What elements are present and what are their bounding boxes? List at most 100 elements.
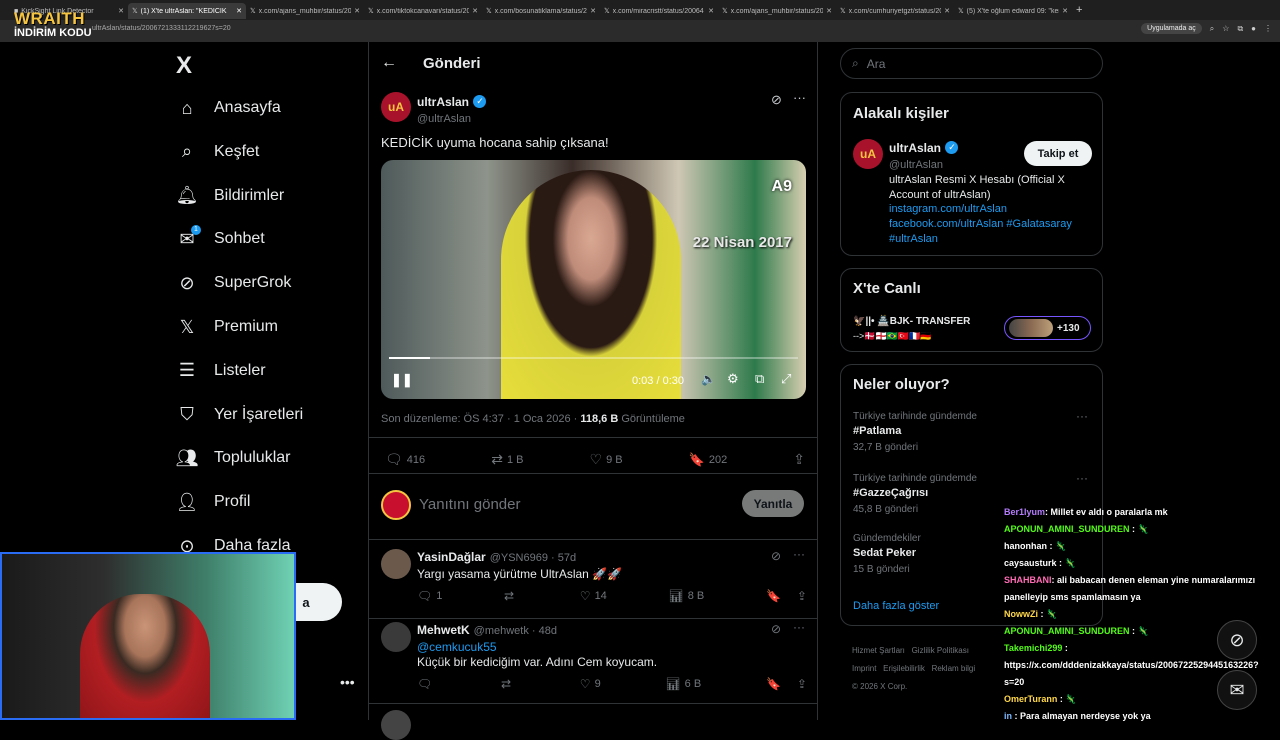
reply-button[interactable]: Yanıtla — [742, 490, 804, 517]
more-icon[interactable]: ··· — [793, 620, 805, 634]
like-action[interactable]: ♡ 9 B — [590, 451, 623, 468]
reply-author-name[interactable]: MehwetK — [417, 623, 470, 637]
x-logo-icon[interactable]: X — [176, 52, 192, 80]
trend-more-icon[interactable]: ··· — [1076, 471, 1088, 485]
reply-author-handle[interactable]: @YSN6969 · 57d — [490, 552, 576, 564]
chat-username[interactable]: Ber1lyum — [1004, 507, 1045, 517]
grok-icon[interactable]: ⊘ — [771, 92, 782, 108]
views-action[interactable]: 📊︎ 6 B — [665, 677, 701, 691]
related-link-instagram[interactable]: instagram.com/ultrAslan — [889, 203, 1007, 215]
reply-tweet[interactable]: MehwetK @mehwetk · 48d ⊘ ··· @cemkucuk55 Küçü… — [369, 620, 818, 704]
reply-author-handle[interactable]: @mehwetk · 48d — [474, 625, 557, 637]
chat-username[interactable]: Takemichi299 — [1004, 643, 1062, 653]
reply-author-name[interactable]: YasinDağlar — [417, 550, 486, 564]
more-icon[interactable]: ··· — [793, 547, 805, 561]
footer-link-terms[interactable]: Hizmet Şartları — [852, 646, 905, 655]
reply-action[interactable]: 🗨 416 — [385, 451, 425, 468]
menu-icon[interactable]: ⋮ — [1264, 24, 1272, 33]
trend-item[interactable]: Gündemdekiler Sedat Peker 15 B gönderi — [853, 533, 921, 575]
reply-tweet[interactable]: YasinDağlar @YSN6969 · 57d ⊘ ··· Yargı yasam… — [369, 547, 818, 619]
reply-author-avatar[interactable] — [381, 622, 411, 652]
bookmark-icon[interactable]: 🔖 — [766, 677, 781, 691]
tab-close-icon[interactable]: ✕ — [118, 7, 124, 15]
related-avatar[interactable]: uA — [853, 139, 883, 169]
open-in-app-button[interactable]: Uygulamada aç — [1141, 23, 1202, 34]
browser-tab[interactable]: 𝕏x.com/ajans_muhbir/status/200 ✕ — [718, 3, 836, 19]
tab-close-icon[interactable]: ✕ — [590, 7, 596, 15]
nav-item-bookmark[interactable]: ⛉ Yer İşaretleri — [176, 404, 303, 426]
tab-close-icon[interactable]: ✕ — [472, 7, 478, 15]
repost-action[interactable]: ⇄ 1 B — [491, 451, 523, 468]
nav-item-list[interactable]: ☰ Listeler — [176, 360, 266, 382]
share-icon[interactable]: ⇪ — [793, 451, 805, 468]
chat-username[interactable]: SHAHBANI — [1004, 575, 1052, 585]
author-name[interactable]: ultrAslan — [417, 95, 469, 109]
related-name[interactable]: ultrAslan — [889, 141, 941, 155]
browser-tab[interactable]: 𝕏 (1) X'te ultrAslan: "KEDİCİK ✕ — [128, 3, 246, 19]
chat-username[interactable]: NowwZi — [1004, 609, 1038, 619]
reply-input[interactable]: Yanıtını gönder — [419, 496, 520, 513]
grok-fab[interactable]: ⊘ — [1217, 620, 1257, 660]
views-action[interactable]: 📊︎ 8 B — [669, 589, 705, 603]
tab-close-icon[interactable]: ✕ — [708, 7, 714, 15]
address-bar[interactable]: ultrAslan/status/2006721333112219627s=20… — [0, 20, 1280, 42]
trend-more-icon[interactable]: ··· — [1076, 409, 1088, 423]
more-icon[interactable]: ··· — [793, 90, 806, 105]
tab-close-icon[interactable]: ✕ — [826, 7, 832, 15]
tab-close-icon[interactable]: ✕ — [1062, 7, 1068, 15]
pip-icon[interactable]: ⧉ — [755, 371, 764, 387]
extensions-icon[interactable]: ⧉ — [1237, 24, 1243, 34]
volume-icon[interactable]: 🔈 — [701, 372, 716, 386]
related-link-hashtag[interactable]: #ultrAslan — [889, 233, 938, 245]
live-space-title[interactable]: 🦅||• 🏯BJK- TRANSFER — [853, 316, 970, 327]
footer-link-accessibility[interactable]: Erişilebilirlik — [883, 664, 925, 673]
repost-action[interactable]: ⇄ — [504, 589, 518, 603]
browser-tab[interactable]: 𝕏x.com/tiktokcanavari/status/20 ✕ — [364, 3, 482, 19]
related-handle[interactable]: @ultrAslan — [889, 159, 958, 171]
post-edited-time[interactable]: Son düzenleme: ÖS 4:37 · 1 Oca 2026 · — [381, 413, 577, 425]
nav-item-communities[interactable]: 👥︎ Topluluklar — [176, 447, 291, 469]
share-icon[interactable]: ⇪ — [797, 677, 807, 691]
grok-icon[interactable]: ⊘ — [771, 549, 781, 563]
author-handle[interactable]: @ultrAslan — [417, 113, 486, 125]
url-text[interactable]: ultrAslan/status/2006721333112219627s=20 — [92, 25, 231, 32]
chat-username[interactable]: OmerTurann — [1004, 694, 1057, 704]
browser-tab[interactable]: 𝕏 (5) X'te oğlum edward 09: "ken ✕ — [954, 3, 1072, 19]
fullscreen-icon[interactable]: ⤢ — [781, 371, 791, 387]
nav-item-x-premium[interactable]: 𝕏 Premium — [176, 316, 278, 338]
chat-username[interactable]: APONUN_AMINI_SUNDUREN — [1004, 626, 1130, 636]
nav-item-bell[interactable]: 🔔︎ Bildirimler — [176, 185, 285, 207]
tab-close-icon[interactable]: ✕ — [236, 7, 242, 15]
bookmark-action[interactable]: 🔖 202 — [689, 452, 728, 468]
browser-tab[interactable]: 𝕏x.com/bosunatiklama/status/20 ✕ — [482, 3, 600, 19]
bookmark-icon[interactable]: 🔖 — [766, 589, 781, 603]
browser-tab[interactable]: 𝕏x.com/miracristt/status/20064 ✕ — [600, 3, 718, 19]
trend-item[interactable]: Türkiye tarihinde gündemde #GazzeÇağrısı 4… — [853, 473, 977, 515]
settings-icon[interactable]: ⚙ — [727, 371, 739, 387]
live-listeners-pill[interactable]: +130 — [1004, 316, 1091, 340]
related-link-facebook[interactable]: facebook.com/ultrAslan #Galatasaray — [889, 218, 1072, 230]
reply-mention[interactable]: @cemkucuk55 — [417, 640, 497, 654]
tab-close-icon[interactable]: ✕ — [354, 7, 360, 15]
footer-link-imprint[interactable]: Imprint — [852, 664, 876, 673]
video-player[interactable]: A9 22 Nisan 2017 ❚❚ 0:03 / 0:30 🔈 ⚙ ⧉ ⤢ — [381, 160, 806, 399]
chat-username[interactable]: APONUN_AMINI_SUNDUREN — [1004, 524, 1130, 534]
reply-action[interactable]: 🗨 — [417, 677, 436, 691]
nav-item-grok[interactable]: ⊘ SuperGrok — [176, 272, 291, 294]
star-icon[interactable]: ☆ — [1222, 24, 1229, 33]
follow-button[interactable]: Takip et — [1024, 141, 1092, 166]
like-action[interactable]: ♡ 9 — [580, 677, 601, 691]
new-tab-icon[interactable]: + — [1076, 4, 1082, 16]
zoom-icon[interactable]: ⌕ — [1210, 24, 1214, 34]
next-reply-avatar[interactable] — [381, 710, 411, 740]
profile-icon[interactable]: ● — [1251, 24, 1256, 33]
reply-author-avatar[interactable] — [381, 549, 411, 579]
footer-link-ads[interactable]: Reklam bilgi — [932, 664, 976, 673]
tab-close-icon[interactable]: ✕ — [944, 7, 950, 15]
messages-fab[interactable]: ✉ — [1217, 670, 1257, 710]
nav-item-home[interactable]: ⌂ Anasayfa — [176, 97, 281, 119]
nav-item-mail[interactable]: ✉ 1 Sohbet — [176, 225, 265, 250]
back-arrow-icon[interactable]: ← — [381, 54, 397, 72]
browser-tab[interactable]: 𝕏x.com/ajans_muhbir/status/200 ✕ — [246, 3, 364, 19]
avatar[interactable]: uA — [381, 92, 411, 122]
